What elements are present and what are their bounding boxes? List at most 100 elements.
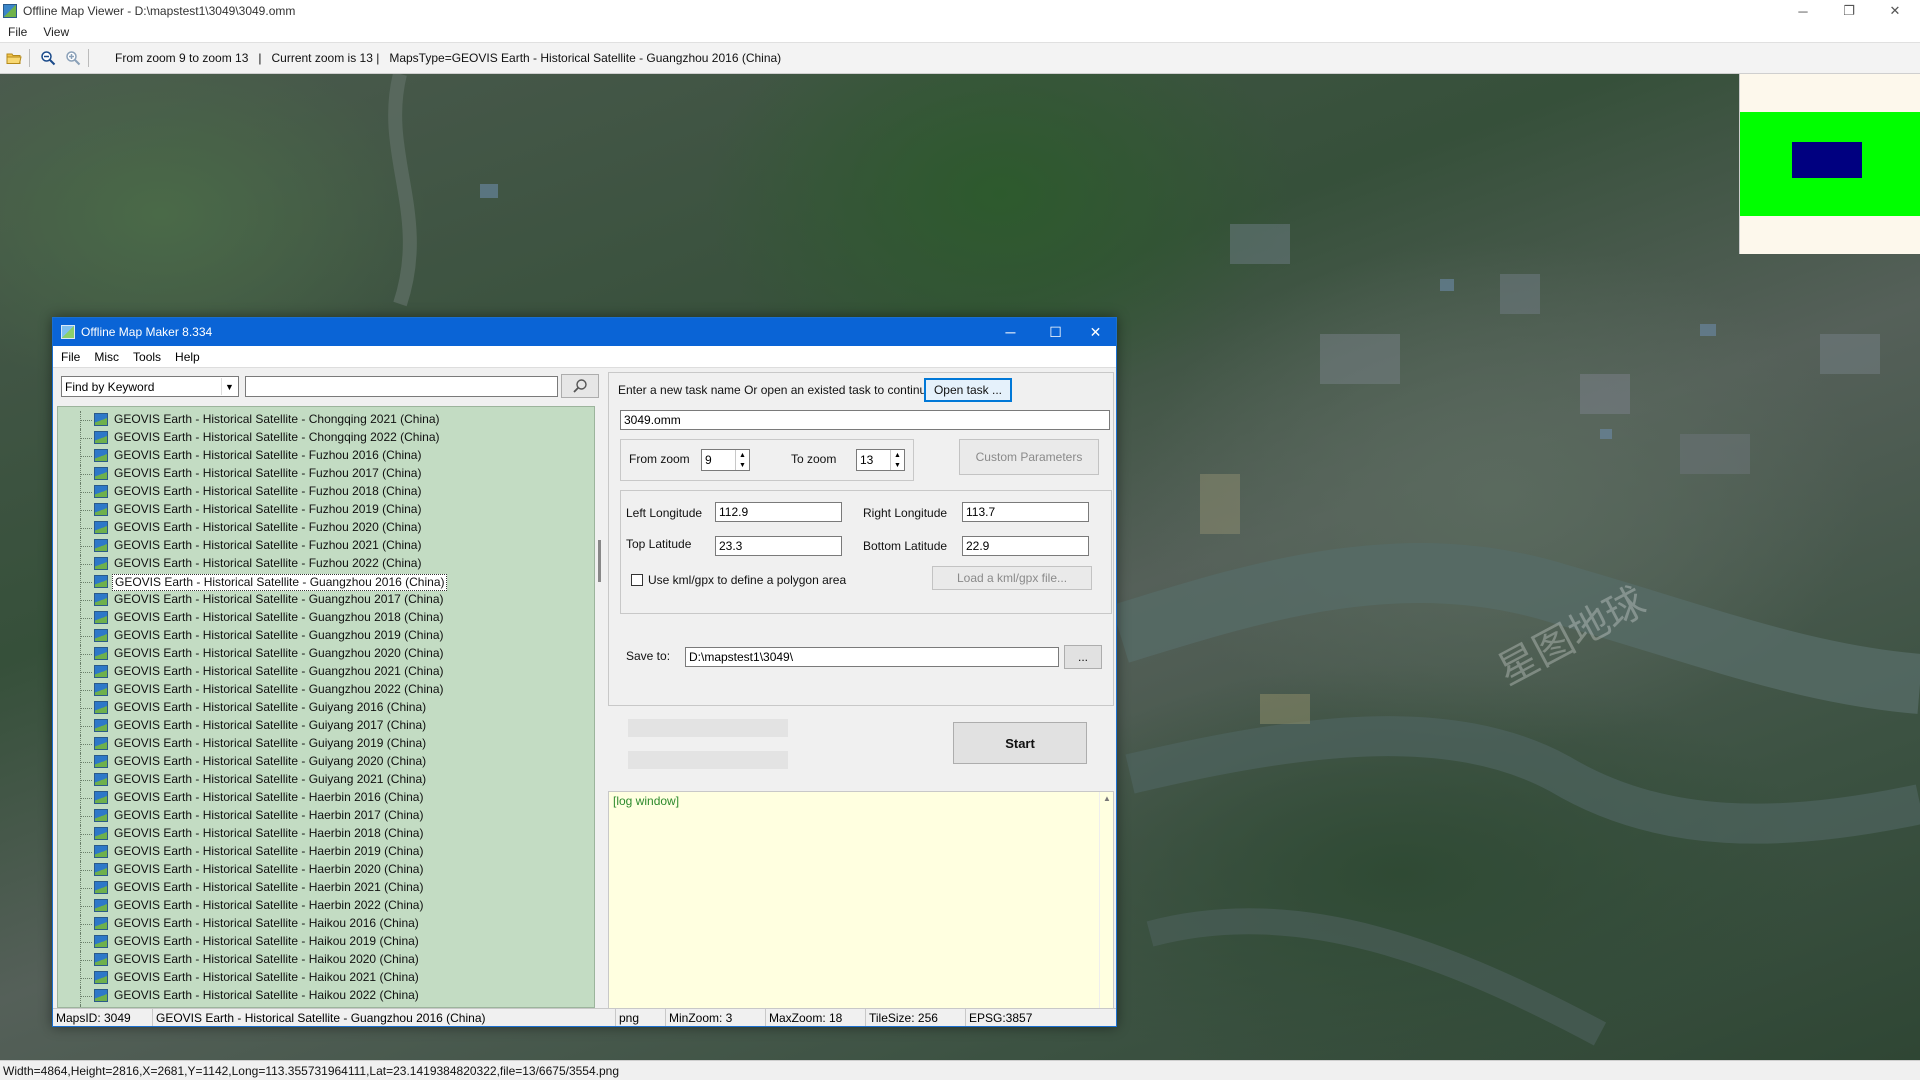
- restore-button[interactable]: ❐: [1826, 0, 1872, 22]
- minimap-viewport-indicator[interactable]: [1792, 142, 1862, 178]
- map-type-list-item[interactable]: GEOVIS Earth - Historical Satellite - Gu…: [58, 753, 594, 771]
- zoom-in-button[interactable]: [62, 47, 84, 69]
- map-type-list-item[interactable]: GEOVIS Earth - Historical Satellite - Ha…: [58, 807, 594, 825]
- map-type-label: GEOVIS Earth - Historical Satellite - Gu…: [114, 682, 444, 696]
- use-kml-checkbox[interactable]: [631, 574, 643, 586]
- map-type-list-item[interactable]: GEOVIS Earth - Historical Satellite - Gu…: [58, 699, 594, 717]
- open-task-button[interactable]: Open task ...: [924, 378, 1012, 402]
- tree-connector: [80, 744, 92, 745]
- dialog-menu-bar: File Misc Tools Help: [53, 346, 1116, 368]
- dialog-maximize-button[interactable]: ☐: [1033, 318, 1078, 346]
- map-type-list-item[interactable]: GEOVIS Earth - Historical Satellite - Gu…: [58, 717, 594, 735]
- map-type-list-item[interactable]: GEOVIS Earth - Historical Satellite - Gu…: [58, 609, 594, 627]
- spin-down-icon[interactable]: ▼: [891, 460, 904, 470]
- chevron-down-icon[interactable]: ▼: [221, 378, 237, 395]
- dialog-menu-misc[interactable]: Misc: [86, 350, 125, 364]
- log-window[interactable]: [log window] ▲ ▼: [608, 791, 1114, 1021]
- open-folder-button[interactable]: [3, 47, 25, 69]
- log-scrollbar[interactable]: ▲ ▼: [1099, 792, 1113, 1020]
- top-latitude-input[interactable]: 23.3: [715, 536, 842, 556]
- map-type-list-item[interactable]: GEOVIS Earth - Historical Satellite - Fu…: [58, 519, 594, 537]
- use-kml-label: Use kml/gpx to define a polygon area: [648, 573, 847, 587]
- map-type-label: GEOVIS Earth - Historical Satellite - Gu…: [114, 754, 427, 768]
- right-longitude-input[interactable]: 113.7: [962, 502, 1089, 522]
- tree-connector: [80, 960, 92, 961]
- map-type-label: GEOVIS Earth - Historical Satellite - Gu…: [114, 592, 444, 606]
- search-button[interactable]: [561, 374, 599, 398]
- map-type-list-item[interactable]: GEOVIS Earth - Historical Satellite - Gu…: [58, 645, 594, 663]
- menu-view[interactable]: View: [35, 25, 77, 39]
- tree-connector: [80, 978, 92, 979]
- find-mode-select[interactable]: Find by Keyword ▼: [61, 376, 239, 397]
- to-zoom-spinner[interactable]: 13 ▲ ▼: [856, 449, 905, 471]
- map-type-list-item[interactable]: GEOVIS Earth - Historical Satellite - Fu…: [58, 447, 594, 465]
- map-type-list[interactable]: GEOVIS Earth - Historical Satellite - Ch…: [57, 406, 595, 1008]
- custom-parameters-button[interactable]: Custom Parameters: [959, 439, 1099, 475]
- overview-minimap[interactable]: [1739, 74, 1920, 254]
- map-layer-icon: [94, 431, 108, 444]
- left-longitude-input[interactable]: 112.9: [715, 502, 842, 522]
- map-type-list-item[interactable]: GEOVIS Earth - Historical Satellite - Ha…: [58, 987, 594, 1005]
- map-type-list-item[interactable]: GEOVIS Earth - Historical Satellite - Fu…: [58, 483, 594, 501]
- map-type-list-item[interactable]: GEOVIS Earth - Historical Satellite - Ha…: [58, 825, 594, 843]
- map-layer-icon: [94, 845, 108, 858]
- map-type-list-item[interactable]: GEOVIS Earth - Historical Satellite - Gu…: [58, 771, 594, 789]
- map-type-list-item[interactable]: GEOVIS Earth - Historical Satellite - Gu…: [58, 627, 594, 645]
- menu-file[interactable]: File: [0, 25, 35, 39]
- map-type-list-item[interactable]: GEOVIS Earth - Historical Satellite - Ha…: [58, 789, 594, 807]
- dialog-menu-tools[interactable]: Tools: [125, 350, 167, 364]
- map-type-list-item[interactable]: GEOVIS Earth - Historical Satellite - Ha…: [58, 897, 594, 915]
- spin-down-icon[interactable]: ▼: [736, 460, 749, 470]
- map-type-list-item[interactable]: GEOVIS Earth - Historical Satellite - Gu…: [58, 573, 594, 591]
- task-name-input[interactable]: 3049.omm: [620, 410, 1110, 430]
- map-layer-icon: [94, 611, 108, 624]
- map-type-list-item[interactable]: GEOVIS Earth - Historical Satellite - Gu…: [58, 681, 594, 699]
- map-type-label: GEOVIS Earth - Historical Satellite - Ha…: [114, 916, 419, 930]
- close-button[interactable]: ✕: [1872, 0, 1918, 22]
- save-to-input[interactable]: D:\mapstest1\3049\: [685, 647, 1059, 667]
- map-type-list-item[interactable]: GEOVIS Earth - Historical Satellite - Ha…: [58, 915, 594, 933]
- dialog-minimize-button[interactable]: ─: [988, 318, 1033, 346]
- left-longitude-label: Left Longitude: [626, 506, 703, 520]
- map-type-list-item[interactable]: GEOVIS Earth - Historical Satellite - Fu…: [58, 537, 594, 555]
- map-type-list-item[interactable]: GEOVIS Earth - Historical Satellite - Fu…: [58, 501, 594, 519]
- map-type-label: GEOVIS Earth - Historical Satellite - Gu…: [114, 736, 427, 750]
- dialog-menu-file[interactable]: File: [53, 350, 86, 364]
- dialog-close-button[interactable]: ✕: [1073, 318, 1118, 346]
- map-type-list-item[interactable]: GEOVIS Earth - Historical Satellite - Ha…: [58, 969, 594, 987]
- tree-connector: [80, 438, 92, 439]
- browse-button[interactable]: ...: [1064, 645, 1102, 669]
- map-layer-icon: [94, 557, 108, 570]
- dialog-titlebar[interactable]: Offline Map Maker 8.334 ─ ☐ ✕: [53, 318, 1116, 346]
- map-type-list-item[interactable]: GEOVIS Earth - Historical Satellite - Gu…: [58, 663, 594, 681]
- map-layer-icon: [94, 413, 108, 426]
- map-type-list-item[interactable]: GEOVIS Earth - Historical Satellite - Ch…: [58, 429, 594, 447]
- map-type-list-item[interactable]: GEOVIS Earth - Historical Satellite - Ha…: [58, 879, 594, 897]
- zoom-info-text: From zoom 9 to zoom 13 | Current zoom is…: [115, 51, 782, 65]
- tree-connector: [80, 618, 92, 619]
- spin-up-icon[interactable]: ▲: [891, 450, 904, 460]
- zoom-out-button[interactable]: [37, 47, 59, 69]
- map-type-list-item[interactable]: GEOVIS Earth - Historical Satellite - Ha…: [58, 861, 594, 879]
- minimize-button[interactable]: ─: [1780, 0, 1826, 22]
- map-type-list-item[interactable]: GEOVIS Earth - Historical Satellite - Ha…: [58, 933, 594, 951]
- list-scrollbar-thumb[interactable]: [598, 540, 601, 582]
- tree-connector: [80, 510, 92, 511]
- bottom-latitude-input[interactable]: 22.9: [962, 536, 1089, 556]
- from-zoom-spinner[interactable]: 9 ▲ ▼: [701, 449, 750, 471]
- map-type-list-item[interactable]: GEOVIS Earth - Historical Satellite - Ch…: [58, 411, 594, 429]
- start-button[interactable]: Start: [953, 722, 1087, 764]
- dialog-menu-help[interactable]: Help: [167, 350, 206, 364]
- spin-up-icon[interactable]: ▲: [736, 450, 749, 460]
- status-max-zoom: MaxZoom: 18: [766, 1009, 866, 1026]
- keyword-input[interactable]: [245, 376, 558, 397]
- scroll-up-icon[interactable]: ▲: [1100, 794, 1114, 803]
- map-type-list-item[interactable]: GEOVIS Earth - Historical Satellite - Fu…: [58, 555, 594, 573]
- map-type-list-item[interactable]: GEOVIS Earth - Historical Satellite - Ha…: [58, 843, 594, 861]
- map-type-list-item[interactable]: GEOVIS Earth - Historical Satellite - Fu…: [58, 465, 594, 483]
- load-kml-button[interactable]: Load a kml/gpx file...: [932, 566, 1092, 590]
- map-type-list-item[interactable]: GEOVIS Earth - Historical Satellite - Ha…: [58, 951, 594, 969]
- map-type-list-item[interactable]: GEOVIS Earth - Historical Satellite - Gu…: [58, 591, 594, 609]
- status-maps-name: GEOVIS Earth - Historical Satellite - Gu…: [153, 1009, 616, 1026]
- map-type-list-item[interactable]: GEOVIS Earth - Historical Satellite - Gu…: [58, 735, 594, 753]
